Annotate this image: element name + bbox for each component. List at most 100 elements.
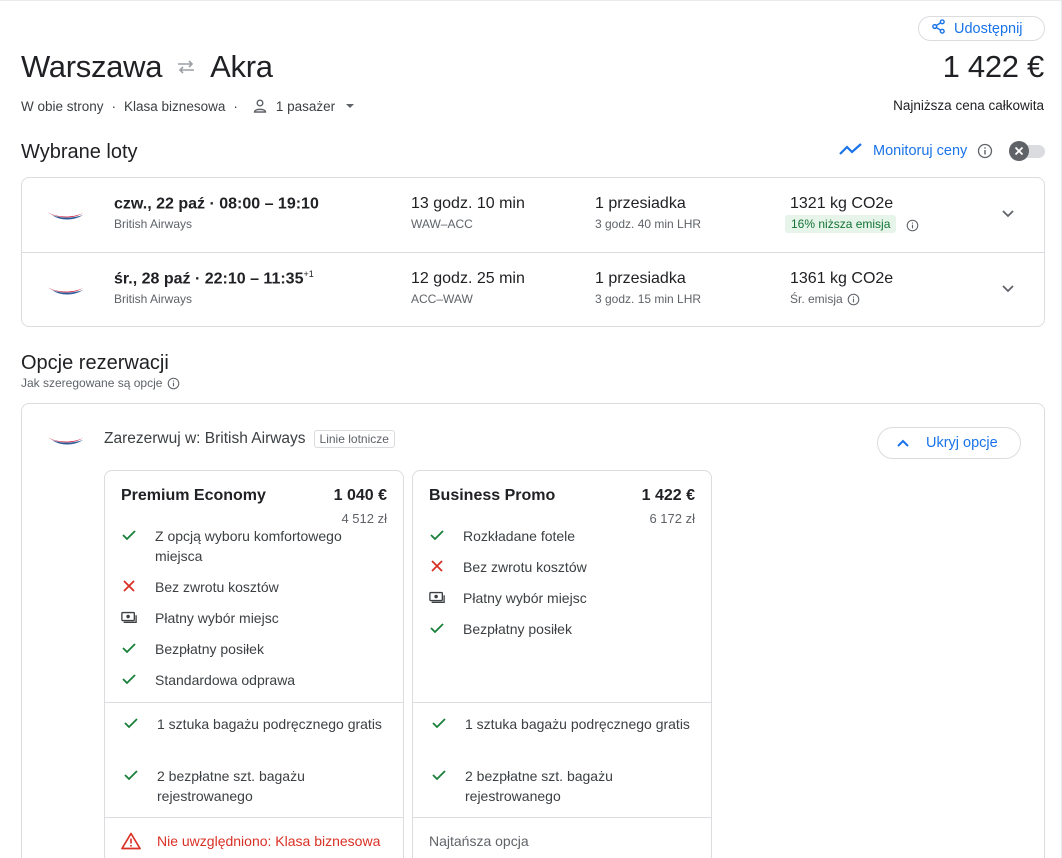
fare-option-premium-economy[interactable]: Premium Economy 1 040 € 4 512 zł Z opcją… — [104, 470, 404, 858]
fare-feature: Płatny wybór miejsc — [429, 588, 699, 608]
total-price: 1 422 € — [942, 49, 1045, 84]
monitor-prices-button[interactable]: Monitoruj ceny — [839, 142, 993, 160]
airline-name: British Airways — [114, 292, 193, 306]
trip-title: Warszawa Akra — [21, 49, 273, 85]
trip-type: W obie strony — [21, 98, 104, 114]
fare-warning-label: Nie uwzględniono: Klasa biznesowa — [157, 833, 381, 849]
top-border — [0, 0, 1062, 1]
divider — [413, 702, 711, 703]
fare-name: Business Promo — [429, 487, 556, 504]
fare-price-eur: 1 422 € — [641, 487, 695, 504]
chevron-down-icon[interactable] — [1000, 205, 1016, 221]
fare-feature-label: Bezpłatny posiłek — [155, 641, 264, 657]
info-icon[interactable] — [906, 219, 919, 232]
fare-feature-label: Bez zwrotu kosztów — [155, 579, 279, 595]
flight-duration: 13 godz. 10 min — [411, 195, 525, 212]
stop-detail: 3 godz. 15 min LHR — [595, 292, 702, 306]
person-icon — [252, 98, 268, 114]
booking-provider-panel: Zarezerwuj w: British Airways Linie lotn… — [21, 403, 1045, 858]
flight-stops: 1 przesiadka — [595, 270, 686, 287]
hide-options-button[interactable]: Ukryj opcje — [877, 427, 1021, 459]
destination-city: Akra — [210, 49, 273, 84]
hide-options-label: Ukryj opcje — [926, 435, 998, 451]
fare-price-pln: 4 512 zł — [341, 511, 387, 526]
share-button[interactable]: Udostępnij — [918, 16, 1045, 41]
flight-route: ACC–WAW — [411, 292, 473, 306]
check-icon — [121, 670, 137, 690]
info-icon[interactable] — [847, 293, 860, 306]
baggage-feature-label: 2 bezpłatne szt. bagażu rejestrowanego — [465, 768, 613, 804]
fare-feature-label: Rozkładane fotele — [463, 528, 576, 544]
check-icon — [429, 619, 445, 639]
flight-row[interactable]: śr., 28 paź · 22:10 – 11:35+1 British Ai… — [22, 252, 1044, 326]
passenger-selector[interactable]: 1 pasażer — [276, 99, 335, 114]
selected-flights-title: Wybrane loty — [21, 141, 138, 163]
book-with-title: Zarezerwuj w: British Airways Linie lotn… — [104, 430, 395, 448]
fare-feature: Z opcją wyboru komfortowego miejsca — [121, 526, 391, 566]
check-icon — [121, 526, 137, 566]
check-icon — [431, 714, 447, 734]
british-airways-logo — [47, 287, 83, 295]
fare-feature: Rozkładane fotele — [429, 526, 699, 546]
flight-route: WAW–ACC — [411, 217, 473, 231]
fare-feature-label: Bez zwrotu kosztów — [463, 559, 587, 575]
airline-name: British Airways — [114, 217, 193, 231]
fare-price-pln: 6 172 zł — [649, 511, 695, 526]
monitor-toggle[interactable] — [1009, 141, 1045, 161]
flight-row[interactable]: czw., 22 paź · 08:00 – 19:10 British Air… — [22, 178, 1044, 252]
fare-feature-label: Płatny wybór miejsc — [463, 590, 587, 606]
fare-warning: Nie uwzględniono: Klasa biznesowa — [121, 832, 380, 850]
divider — [105, 817, 403, 818]
chevron-up-icon — [896, 438, 910, 448]
airline-chip: Linie lotnicze — [313, 430, 395, 448]
baggage-feature: 2 bezpłatne szt. bagażu rejestrowanego — [123, 766, 393, 806]
cabin-class: Klasa biznesowa — [124, 98, 226, 114]
baggage-feature: 2 bezpłatne szt. bagażu rejestrowanego — [431, 766, 701, 806]
baggage-feature-label: 2 bezpłatne szt. bagażu rejestrowanego — [157, 768, 305, 804]
baggage-feature: 1 sztuka bagażu podręcznego gratis — [431, 714, 701, 734]
flight-stops: 1 przesiadka — [595, 195, 686, 212]
ranking-note-link[interactable]: Jak szeregowane są opcje — [21, 376, 180, 390]
co2-value: 1361 kg CO2e — [790, 270, 894, 287]
fare-feature-label: Z opcją wyboru komfortowego miejsca — [155, 528, 342, 564]
flight-date-time: czw., 22 paź · 08:00 – 19:10 — [114, 195, 319, 213]
x-icon — [121, 577, 137, 597]
share-label: Udostępnij — [954, 20, 1023, 37]
fare-feature: Bez zwrotu kosztów — [429, 557, 699, 577]
fare-option-business-promo[interactable]: Business Promo 1 422 € 6 172 zł Rozkłada… — [412, 470, 712, 858]
book-with-label: Zarezerwuj w: British Airways — [104, 430, 306, 447]
chevron-down-icon[interactable] — [1000, 280, 1016, 296]
close-icon — [1009, 141, 1029, 161]
emission-label: Śr. emisja — [790, 292, 860, 306]
x-icon — [429, 557, 445, 577]
info-icon[interactable] — [977, 143, 993, 159]
fare-feature: Płatny wybór miejsc — [121, 608, 391, 628]
trend-icon — [839, 142, 863, 160]
caret-down-icon[interactable] — [345, 103, 355, 109]
warning-icon — [121, 832, 141, 850]
check-icon — [429, 526, 445, 546]
emission-badge: 16% niższa emisja — [785, 215, 897, 233]
fare-feature: Bezpłatny posiłek — [429, 619, 699, 639]
fare-feature: Bez zwrotu kosztów — [121, 577, 391, 597]
baggage-feature: 1 sztuka bagażu podręcznego gratis — [123, 714, 393, 734]
flight-duration: 12 godz. 25 min — [411, 270, 525, 287]
flight-date-time: śr., 28 paź · 22:10 – 11:35+1 — [114, 269, 314, 288]
british-airways-logo — [47, 437, 83, 445]
separator-dot: · — [233, 98, 238, 114]
separator-dot: · — [111, 98, 117, 114]
ranking-note-label: Jak szeregowane są opcje — [21, 376, 163, 390]
baggage-feature-label: 1 sztuka bagażu podręcznego gratis — [157, 716, 382, 732]
fare-feature-label: Płatny wybór miejsc — [155, 610, 279, 626]
monitor-prices-label: Monitoruj ceny — [873, 143, 968, 159]
share-icon — [931, 19, 946, 38]
co2-value: 1321 kg CO2e — [790, 195, 894, 212]
money-icon — [429, 588, 445, 608]
booking-options-title: Opcje rezerwacji — [21, 352, 169, 374]
stop-detail: 3 godz. 40 min LHR — [595, 217, 702, 231]
origin-city: Warszawa — [21, 49, 163, 84]
price-caption: Najniższa cena całkowita — [893, 98, 1044, 113]
info-icon — [167, 377, 180, 390]
money-icon — [121, 608, 137, 628]
fare-feature-label: Bezpłatny posiłek — [463, 621, 572, 637]
